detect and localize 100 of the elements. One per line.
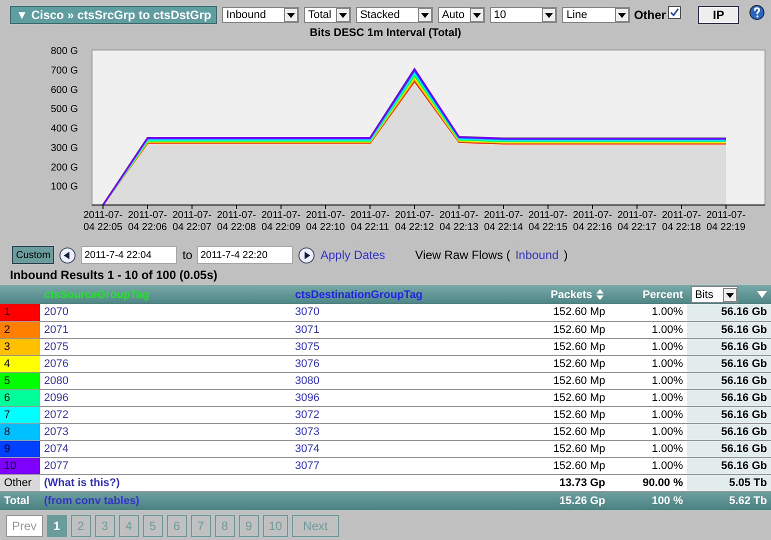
dropdown[interactable]: Stacked — [356, 7, 433, 23]
packets-cell: 152.60 Mp — [508, 389, 610, 406]
percent-cell: 1.00% — [609, 440, 687, 457]
view-raw-flows-label: View Raw Flows ( — [415, 248, 510, 262]
other-label: Other — [634, 8, 666, 22]
destination-tag-link[interactable]: 3080 — [295, 374, 320, 386]
bits-cell: 56.16 Gb — [687, 389, 771, 406]
rank-cell: 10 — [0, 457, 40, 474]
destination-tag-link[interactable]: 3096 — [295, 392, 320, 404]
packets-cell: 152.60 Mp — [508, 338, 610, 355]
closing-parenthesis: ) — [564, 248, 568, 262]
y-axis-label: 400 G — [50, 124, 78, 134]
bits-cell: 5.05 Tb — [687, 474, 771, 491]
bits-cell: 56.16 Gb — [687, 457, 771, 474]
rank-cell: 8 — [0, 423, 40, 440]
start-date-field[interactable]: 2011-7-4 22:04 — [81, 246, 178, 264]
destination-tag-link[interactable]: 3076 — [295, 358, 320, 370]
percent-cell: 100 % — [609, 491, 687, 510]
percent-cell: 1.00% — [609, 321, 687, 338]
packets-cell: 152.60 Mp — [508, 423, 610, 440]
destination-tag-link[interactable]: 3074 — [295, 442, 320, 454]
destination-tag-link[interactable]: 3077 — [295, 460, 320, 472]
menu-caret-icon[interactable] — [757, 290, 767, 298]
x-axis-label: 2011-07-04 22:16 — [572, 210, 614, 234]
to-label: to — [182, 248, 192, 262]
custom-button[interactable]: Custom — [12, 246, 54, 264]
source-tag-link[interactable]: 2072 — [44, 408, 68, 420]
percent-cell: 1.00% — [609, 338, 687, 355]
x-axis-label: 2011-07-04 22:11 — [349, 210, 391, 234]
x-axis-label: 2011-07-04 22:12 — [394, 210, 436, 234]
bits-cell: 56.16 Gb — [687, 338, 771, 355]
bits-cell: 56.16 Gb — [687, 321, 771, 338]
source-tag-link[interactable]: 2074 — [44, 442, 68, 454]
packets-cell: 152.60 Mp — [508, 457, 610, 474]
source-tag-link[interactable]: 2077 — [44, 460, 68, 472]
destination-tag-link[interactable]: 3071 — [295, 324, 320, 336]
what-is-this-link[interactable]: (What is this?) — [44, 476, 120, 488]
bits-cell: 56.16 Gb — [687, 423, 771, 440]
unit-dropdown[interactable]: Bits — [691, 286, 738, 303]
bits-cell: 56.16 Gb — [687, 355, 771, 372]
rank-cell: 7 — [0, 406, 40, 423]
other-cell: Other — [0, 474, 40, 491]
dropdown[interactable]: Inbound — [222, 7, 300, 23]
y-axis-label: 600 G — [50, 84, 78, 96]
source-tag-link[interactable]: 2075 — [44, 340, 68, 352]
packets-cell: 152.60 Mp — [508, 440, 610, 457]
y-axis-label: 100 G — [50, 182, 78, 193]
dropdown[interactable]: Total — [304, 7, 352, 23]
percent-cell: 1.00% — [609, 457, 687, 474]
rank-cell: 2 — [0, 321, 40, 338]
x-axis-label: 2011-07-04 22:14 — [482, 210, 524, 234]
x-axis-label: 2011-07-04 22:17 — [616, 210, 658, 234]
percent-cell: 1.00% — [609, 423, 687, 440]
percent-cell: 1.00% — [609, 355, 687, 372]
sort-icon[interactable] — [595, 288, 606, 301]
chart-title: Bits DESC 1m Interval (Total) — [308, 26, 462, 40]
x-axis-label: 2011-07-04 22:05 — [82, 210, 124, 234]
source-tag-link[interactable]: 2076 — [44, 358, 68, 370]
dropdown[interactable]: Line — [562, 7, 630, 23]
other-checkbox[interactable] — [668, 6, 681, 19]
inbound-link[interactable]: Inbound — [515, 248, 559, 262]
x-axis-label: 2011-07-04 22:06 — [126, 210, 168, 234]
destination-tag-link[interactable]: 3072 — [295, 408, 320, 420]
bits-cell: 56.16 Gb — [687, 372, 771, 389]
x-axis-label: 2011-07-04 22:18 — [660, 210, 702, 234]
dropdown[interactable]: 10 — [490, 7, 558, 23]
end-date-field[interactable]: 2011-7-4 22:20 — [197, 246, 294, 264]
destination-tag-link[interactable]: 3075 — [295, 340, 320, 352]
percent-cell: 1.00% — [609, 389, 687, 406]
percent-cell: 1.00% — [609, 372, 687, 389]
packets-cell: 15.26 Gp — [508, 491, 610, 510]
packets-cell: 152.60 Mp — [508, 355, 610, 372]
destination-tag-link[interactable]: 3073 — [295, 426, 320, 438]
rank-cell: 4 — [0, 355, 40, 372]
destination-tag-link[interactable]: 3070 — [295, 306, 320, 318]
source-tag-link[interactable]: 2070 — [44, 306, 68, 318]
y-axis-label: 700 G — [50, 65, 78, 76]
x-axis-label: 2011-07-04 22:10 — [304, 210, 346, 234]
total-cell: Total — [0, 491, 40, 510]
results-heading: Inbound Results 1 - 10 of 100 (0.05s) — [9, 267, 218, 284]
source-tag-link[interactable]: 2071 — [44, 324, 68, 336]
dropdown[interactable]: Auto — [438, 7, 485, 23]
packets-cell: 152.60 Mp — [508, 304, 610, 321]
packets-cell: 152.60 Mp — [508, 372, 610, 389]
source-tag-link[interactable]: 2080 — [44, 374, 68, 386]
x-axis-label: 2011-07-04 22:08 — [216, 210, 258, 234]
source-tag-link[interactable]: 2073 — [44, 426, 68, 438]
apply-dates-link[interactable]: Apply Dates — [320, 248, 386, 262]
source-tag-link[interactable]: 2096 — [44, 392, 68, 404]
y-axis-label: 800 G — [50, 46, 78, 57]
help-icon[interactable] — [749, 4, 766, 20]
packets-cell: 152.60 Mp — [508, 406, 610, 423]
ip-button[interactable]: IP — [698, 6, 740, 24]
x-axis-label: 2011-07-04 22:09 — [260, 210, 302, 234]
y-axis-label: 200 G — [50, 162, 78, 174]
percent-cell: 90.00 % — [609, 474, 687, 491]
y-axis-label: 300 G — [50, 142, 78, 154]
x-axis-label: 2011-07-04 22:15 — [527, 210, 569, 234]
y-axis-label: 500 G — [50, 104, 78, 116]
rank-cell: 9 — [0, 440, 40, 457]
